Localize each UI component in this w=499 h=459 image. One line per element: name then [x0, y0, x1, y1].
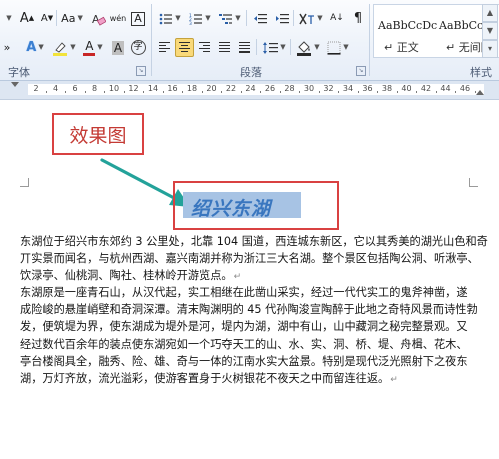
- body-line: 发，便筑堤为界，使东湖成为堤外是河，堤内为湖，湖中有山，山中藏洞之秘完整景观。又: [20, 320, 468, 334]
- body-line: 亭台楼阁具全，融秀、险、雄、奇与一体的江南水实大盆景。特别是现代泛光照射下之夜东: [20, 354, 468, 368]
- body-line: 东湖原是一座青石山，从汉代起，实工相继在此凿山采实，经过一代代实工的鬼斧神凿，遂: [20, 286, 468, 300]
- title-annotation-box: 绍兴东湖: [173, 181, 339, 230]
- paragraph-mark: ↵: [390, 374, 398, 385]
- body-line: 饮渌亭、仙桃洞、陶社、桂林岭开游览点。↵: [20, 269, 242, 283]
- body-line: 成险峻的悬崖峭壁和奇洞深潭。清末陶渊明的 45 代孙陶浚宣陶醉于此地之奇特风景而…: [20, 303, 478, 317]
- callout-box: 效果图: [52, 113, 144, 155]
- body-line: 丌实景而闻名，与杭州西湖、嘉兴南湖并称为浙江三大名湖。整个景区包括陶公洞、听湫亭…: [20, 252, 479, 266]
- body-line: 东湖位于绍兴市东郊约 3 公里处，北靠 104 国道，西连城东新区，它以其秀美的…: [20, 235, 488, 248]
- document-body[interactable]: 东湖位于绍兴市东郊约 3 公里处，北靠 104 国道，西连城东新区，它以其秀美的…: [20, 233, 488, 387]
- body-line: 湖，万灯齐放，流光溢彩，使游客置身于火树银花不夜天之中而留连往返。↵: [20, 371, 398, 385]
- document-title[interactable]: 绍兴东湖: [191, 194, 271, 221]
- body-line: 经过数代百余年的装点使东湖宛如一个巧夺天工的山、水、实、洞、桥、堤、舟楫、花木、: [20, 337, 468, 351]
- callout-label: 效果图: [69, 124, 127, 147]
- paragraph-mark: ↵: [233, 272, 242, 283]
